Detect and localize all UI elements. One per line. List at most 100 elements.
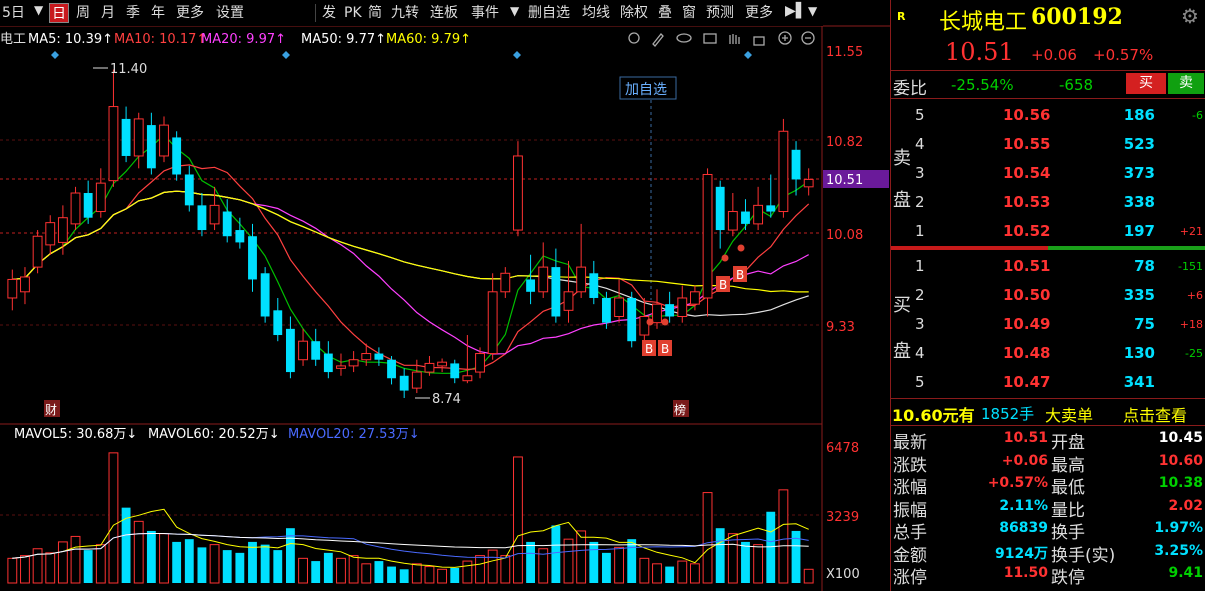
volume-bar[interactable] [462, 560, 473, 584]
volume-bar[interactable] [311, 561, 321, 583]
volume-bar[interactable] [273, 550, 283, 583]
big-order-view-link[interactable]: 点击查看 [1123, 402, 1187, 426]
tab-month[interactable]: 月 [99, 3, 117, 23]
sells-price[interactable]: 10.56 [1003, 106, 1050, 124]
buys-price[interactable]: 10.50 [1003, 286, 1050, 304]
volume-bar[interactable] [248, 541, 257, 583]
candlestick[interactable] [627, 291, 637, 348]
volume-bar[interactable] [689, 563, 700, 584]
more-period-button[interactable]: 更多 [174, 3, 206, 23]
volume-bar[interactable] [184, 539, 194, 583]
volume-bar[interactable] [551, 525, 561, 583]
settings-button[interactable]: 设置 [214, 3, 246, 23]
tool-overlay[interactable]: 叠 [656, 3, 674, 23]
volume-bar[interactable] [121, 507, 131, 583]
candlestick[interactable] [260, 267, 270, 323]
volume-bar[interactable] [45, 552, 56, 584]
chevron-down-icon[interactable]: ▼ [808, 4, 817, 18]
volume-bar[interactable] [235, 552, 245, 583]
volume-bar[interactable] [702, 492, 713, 584]
tool-fa[interactable]: 发 [320, 3, 338, 23]
volume-bar[interactable] [766, 511, 776, 583]
candlestick[interactable] [70, 186, 81, 231]
volume-bar[interactable] [803, 568, 814, 584]
volume-bar[interactable] [108, 452, 119, 584]
volume-bar[interactable] [487, 549, 498, 584]
volume-bar[interactable] [399, 569, 409, 583]
tool-simple[interactable]: 简 [366, 3, 384, 23]
buys-price[interactable]: 10.51 [1003, 257, 1050, 275]
candlestick[interactable] [172, 131, 182, 181]
volume-bar[interactable] [614, 546, 624, 584]
volume-bar[interactable] [475, 555, 485, 584]
volume-bar[interactable] [387, 566, 396, 583]
volume-bar[interactable] [437, 568, 448, 584]
volume-bar[interactable] [209, 544, 220, 584]
tool-events[interactable]: 事件 [469, 3, 501, 23]
volume-bar[interactable] [576, 530, 587, 584]
volume-bar[interactable] [222, 550, 232, 583]
kline-chart[interactable]: 11.55 10.82 10.08 9.33 10.51 6478 3239 X… [0, 0, 890, 591]
candlestick[interactable] [32, 230, 43, 274]
tool-ma[interactable]: 均线 [580, 3, 612, 23]
tool-window[interactable]: 窗 [680, 3, 698, 23]
volume-bar[interactable] [450, 567, 460, 583]
tab-quarter[interactable]: 季 [124, 3, 142, 23]
buys-price[interactable]: 10.48 [1003, 344, 1050, 362]
buys-price[interactable]: 10.47 [1003, 373, 1050, 391]
sells-price[interactable]: 10.55 [1003, 135, 1050, 153]
volume-bar[interactable] [715, 528, 725, 583]
tab-day[interactable]: 日 [49, 3, 69, 23]
volume-bar[interactable] [20, 555, 30, 584]
volume-bar[interactable] [172, 541, 182, 583]
candlestick[interactable] [778, 118, 789, 218]
candlestick[interactable] [702, 168, 713, 317]
volume-bar[interactable] [665, 566, 675, 583]
volume-bar[interactable] [323, 552, 333, 583]
sells-price[interactable]: 10.54 [1003, 164, 1050, 182]
buys-price[interactable]: 10.49 [1003, 315, 1050, 333]
volume-bar[interactable] [753, 544, 764, 584]
tool-more[interactable]: 更多 [743, 3, 775, 23]
tool-nine-turn[interactable]: 九转 [389, 3, 421, 23]
volume-bar[interactable] [500, 555, 511, 584]
volume-bar[interactable] [589, 541, 599, 583]
volume-bar[interactable] [95, 544, 106, 584]
volume-bar[interactable] [778, 489, 789, 584]
tab-year[interactable]: 年 [149, 3, 167, 23]
volume-bar[interactable] [260, 544, 270, 583]
volume-bar[interactable] [677, 560, 688, 584]
volume-bar[interactable] [741, 541, 750, 583]
pin-icon[interactable]: ▶▌ [785, 3, 807, 19]
volume-bar[interactable] [133, 520, 144, 584]
tool-pk[interactable]: PK [342, 3, 364, 23]
volume-bar[interactable] [159, 533, 169, 584]
tool-remove-watch[interactable]: 删自选 [526, 3, 572, 23]
volume-bar[interactable] [652, 563, 662, 584]
period-5day[interactable]: 5日 [0, 3, 27, 23]
volume-bar[interactable] [348, 555, 359, 584]
volume-bar[interactable] [70, 535, 81, 584]
buy-button[interactable]: 买 [1126, 73, 1166, 94]
volume-bar[interactable] [639, 557, 650, 584]
tab-week[interactable]: 周 [74, 3, 92, 23]
volume-bar[interactable] [727, 533, 738, 584]
volume-bar[interactable] [602, 552, 611, 583]
volume-bar[interactable] [563, 538, 574, 584]
volume-bar[interactable] [627, 539, 637, 583]
volume-bar[interactable] [424, 566, 435, 584]
volume-bar[interactable] [411, 563, 422, 584]
volume-bar[interactable] [83, 550, 93, 583]
volume-bar[interactable] [361, 563, 372, 584]
tool-ex-rights[interactable]: 除权 [618, 3, 650, 23]
sell-button[interactable]: 卖 [1168, 73, 1204, 94]
sells-price[interactable]: 10.53 [1003, 193, 1050, 211]
volume-bar[interactable] [336, 557, 346, 584]
volume-bar[interactable] [526, 541, 536, 583]
volume-bar[interactable] [57, 541, 68, 584]
volume-bar[interactable] [7, 557, 18, 584]
chevron-down-icon[interactable]: ▼ [34, 3, 43, 17]
tool-limit-board[interactable]: 连板 [428, 3, 460, 23]
volume-bar[interactable] [197, 547, 207, 583]
volume-bar[interactable] [374, 561, 384, 583]
